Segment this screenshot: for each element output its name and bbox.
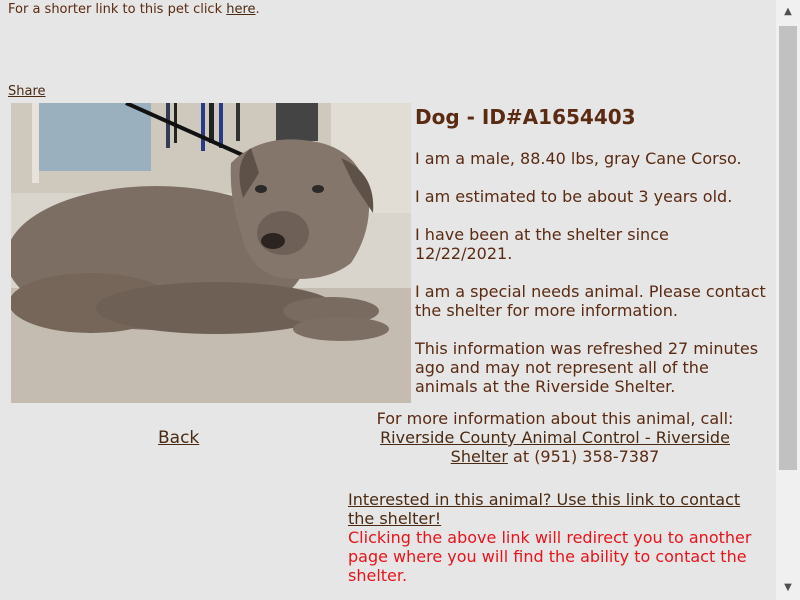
redirect-note: Clicking the above link will redirect yo…: [348, 528, 752, 585]
pet-special-needs: I am a special needs animal. Please cont…: [415, 282, 766, 320]
pet-photo: [11, 103, 411, 403]
vertical-scrollbar[interactable]: ▲ ▼: [776, 0, 800, 600]
scroll-down-arrow-icon[interactable]: ▼: [776, 578, 800, 598]
dog-photo-image: [11, 103, 411, 403]
contact-intro: For more information about this animal, …: [376, 409, 734, 428]
pet-heading: Dog - ID#A1654403: [415, 105, 636, 129]
pet-refresh-note: This information was refreshed 27 minute…: [415, 339, 759, 396]
pet-info: Dog - ID#A1654403 I am a male, 88.40 lbs…: [415, 105, 770, 415]
shorter-link-line: For a shorter link to this pet click her…: [8, 2, 260, 17]
share-link[interactable]: Share: [8, 84, 46, 99]
shorter-link-prefix: For a shorter link to this pet click: [8, 2, 227, 17]
scroll-up-arrow-icon[interactable]: ▲: [776, 2, 800, 22]
back-link[interactable]: Back: [158, 428, 199, 448]
contact-shelter-link[interactable]: Interested in this animal? Use this link…: [348, 490, 740, 528]
shorter-link-suffix: .: [255, 2, 260, 17]
interest-section: Interested in this animal? Use this link…: [348, 490, 768, 585]
scrollbar-thumb[interactable]: [779, 26, 797, 470]
page-content: For a shorter link to this pet click her…: [0, 0, 776, 600]
shelter-phone: at (951) 358-7387: [507, 447, 660, 466]
pet-description: I am a male, 88.40 lbs, gray Cane Corso.: [415, 149, 742, 168]
here-link[interactable]: here: [226, 2, 255, 17]
contact-info: For more information about this animal, …: [362, 409, 748, 466]
pet-age: I am estimated to be about 3 years old.: [415, 187, 733, 206]
pet-intake-date: I have been at the shelter since 12/22/2…: [415, 225, 669, 263]
contact-line: Riverside County Animal Control - Rivers…: [362, 428, 748, 466]
